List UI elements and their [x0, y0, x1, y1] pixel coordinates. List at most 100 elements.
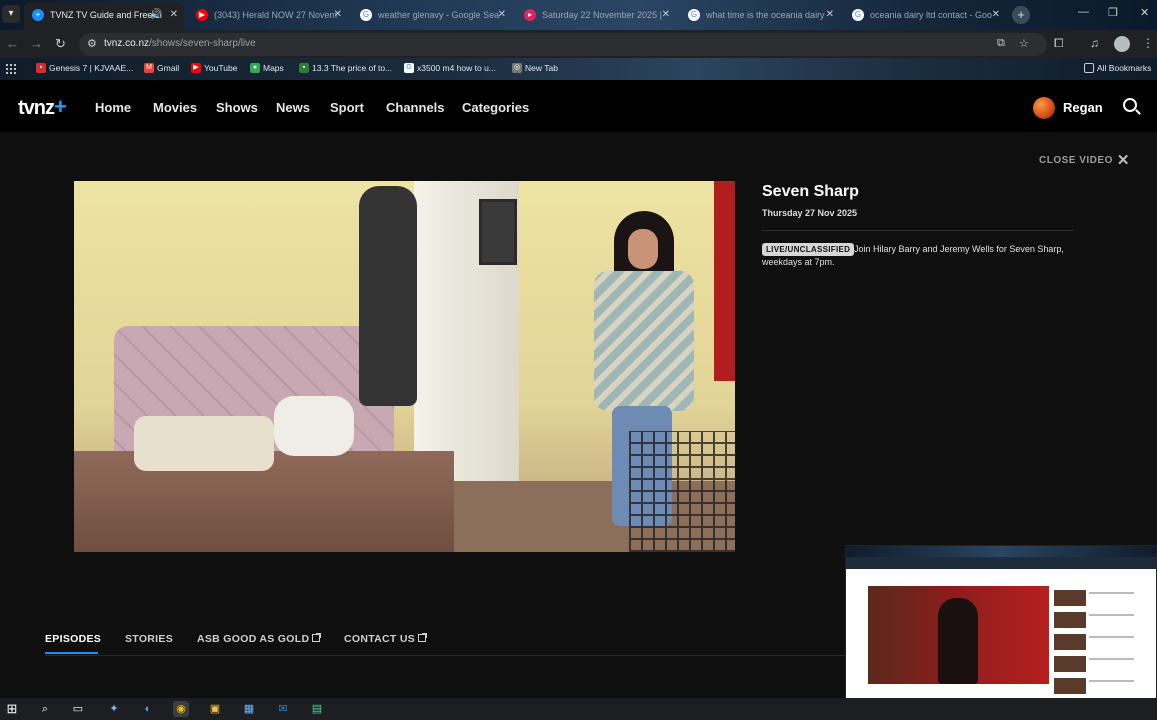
tab-title: what time is the oceania dairy: [706, 10, 825, 20]
preview-related-thumb: [1054, 590, 1086, 606]
app-icon[interactable]: ▤: [309, 701, 325, 717]
task-view-icon[interactable]: ▭: [70, 701, 86, 717]
user-name[interactable]: Regan: [1063, 100, 1103, 115]
google-icon: G: [404, 63, 414, 73]
copilot-icon[interactable]: ✦: [106, 701, 122, 717]
bookmark-maps[interactable]: ● Maps: [250, 63, 284, 73]
screen-preview-thumbnail[interactable]: [845, 545, 1157, 715]
new-tab-button[interactable]: +: [1012, 6, 1030, 24]
divider: [762, 230, 1074, 231]
bookmark-icon: ▪: [36, 63, 46, 73]
video-frame-curtain: [714, 181, 735, 381]
tabs-divider: [45, 655, 845, 656]
nav-categories[interactable]: Categories: [462, 100, 529, 115]
tab-title: TVNZ TV Guide and Free Li: [50, 10, 162, 20]
store-icon[interactable]: ▦: [241, 701, 257, 717]
browser-tab-tvnz[interactable]: + TVNZ TV Guide and Free Li 🔊 ✕: [24, 2, 184, 30]
windows-start-icon[interactable]: ⊞: [4, 701, 20, 717]
speaker-icon[interactable]: 🔊: [150, 2, 162, 28]
nav-shows[interactable]: Shows: [216, 100, 258, 115]
bookmark-x3500[interactable]: Gx3500 m4 how to u...: [404, 63, 496, 73]
bookmark-icon: ▪: [299, 63, 309, 73]
tab-title: Saturday 22 November 2025 |: [542, 10, 662, 20]
search-icon[interactable]: ⌕: [37, 701, 53, 717]
close-icon[interactable]: ✕: [498, 4, 506, 26]
install-app-icon[interactable]: ⧉: [997, 37, 1005, 50]
tvnz-plus-icon: +: [32, 9, 44, 21]
search-icon[interactable]: [1123, 98, 1137, 112]
bookmark-price[interactable]: ▪ 13.3 The price of to...: [299, 63, 392, 73]
user-avatar[interactable]: [1033, 97, 1055, 119]
reload-icon[interactable]: ↻: [55, 36, 66, 52]
restore-icon[interactable]: ❐: [1108, 6, 1118, 19]
preview-video-figure: [938, 598, 978, 684]
show-date: Thursday 27 Nov 2025: [762, 208, 858, 218]
preview-related-line: [1089, 658, 1134, 660]
rating-badge: LIVE/UNCLASSIFIED: [762, 243, 855, 256]
browser-tab-weather[interactable]: G weather glenavy - Google Sea ✕: [352, 4, 512, 26]
nav-home[interactable]: Home: [95, 100, 131, 115]
preview-related-thumb: [1054, 634, 1086, 650]
bookmarks-bar: ▪ Genesis 7 | KJVAAE... M Gmail ▶ YouTube ●…: [0, 58, 1157, 80]
video-frame-pillow: [134, 416, 274, 471]
tab-episodes[interactable]: EPISODES: [45, 633, 101, 645]
file-explorer-icon[interactable]: ▣: [207, 701, 223, 717]
menu-dots-icon[interactable]: ⋮: [1142, 36, 1154, 50]
close-video-button[interactable]: CLOSE VIDEO ✕: [1039, 151, 1130, 169]
nav-news[interactable]: News: [276, 100, 310, 115]
close-icon[interactable]: ✕: [992, 4, 1000, 26]
maps-pin-icon: ●: [250, 63, 260, 73]
forward-arrow-icon[interactable]: →: [30, 36, 43, 51]
tab-search-icon[interactable]: ▾: [2, 5, 20, 23]
tvnz-logo[interactable]: tvnz+: [18, 94, 67, 120]
url-text[interactable]: tvnz.co.nz/shows/seven-sharp/live: [104, 38, 256, 49]
apps-grid-icon[interactable]: [5, 63, 16, 74]
close-icon[interactable]: ✕: [826, 4, 834, 26]
chrome-icon[interactable]: ◉: [173, 701, 189, 717]
browser-toolbar: ← → ↻ ⚙ tvnz.co.nz/shows/seven-sharp/liv…: [0, 30, 1157, 58]
preview-related-line: [1089, 636, 1134, 638]
close-icon[interactable]: ✕: [170, 2, 178, 28]
edge-icon[interactable]: ◐: [140, 701, 156, 717]
outlook-icon[interactable]: ✉: [275, 701, 291, 717]
window-close-icon[interactable]: ✕: [1140, 6, 1149, 19]
bookmark-youtube[interactable]: ▶ YouTube: [191, 63, 237, 73]
preview-related-thumb: [1054, 678, 1086, 694]
close-icon[interactable]: ✕: [662, 4, 670, 26]
bookmark-gmail[interactable]: M Gmail: [144, 63, 179, 73]
back-arrow-icon[interactable]: ←: [6, 36, 19, 51]
extensions-icon[interactable]: ⧠: [1054, 36, 1064, 51]
tab-title: oceania dairy ltd contact - Goo: [870, 10, 993, 20]
bookmark-new-tab[interactable]: ◎ New Tab: [512, 63, 558, 73]
browser-tab-saturday[interactable]: ▸ Saturday 22 November 2025 | ✕: [516, 4, 676, 26]
minimize-icon[interactable]: —: [1078, 6, 1089, 18]
google-icon: G: [360, 9, 372, 21]
browser-tab-oceania-time[interactable]: G what time is the oceania dairy ✕: [680, 4, 840, 26]
bookmark-star-icon[interactable]: ☆: [1019, 37, 1029, 50]
tab-title: weather glenavy - Google Sea: [378, 10, 500, 20]
all-bookmarks-folder[interactable]: All Bookmarks: [1084, 63, 1151, 73]
browser-tab-oceania-contact[interactable]: G oceania dairy ltd contact - Goo ✕: [844, 4, 1006, 26]
nav-movies[interactable]: Movies: [153, 100, 197, 115]
tab-stories[interactable]: STORIES: [125, 633, 173, 645]
close-icon: ✕: [1116, 152, 1130, 169]
tab-asb-good-as-gold[interactable]: ASB GOOD AS GOLD: [197, 633, 322, 645]
close-icon[interactable]: ✕: [334, 4, 342, 26]
bookmark-genesis[interactable]: ▪ Genesis 7 | KJVAAE...: [36, 63, 133, 73]
tab-contact-us[interactable]: CONTACT US: [344, 633, 428, 645]
address-bar[interactable]: ⚙ tvnz.co.nz/shows/seven-sharp/live ⧉ ☆: [79, 33, 1047, 56]
google-icon: G: [688, 9, 700, 21]
media-control-icon[interactable]: ♫: [1090, 36, 1099, 50]
preview-related-line: [1089, 614, 1134, 616]
tab-title: (3043) Herald NOW 27 Novem: [214, 10, 338, 20]
profile-avatar-icon[interactable]: [1114, 36, 1130, 52]
folder-icon: [1084, 63, 1094, 73]
browser-tab-herald[interactable]: ▶ (3043) Herald NOW 27 Novem ✕: [188, 4, 348, 26]
globe-icon: ◎: [512, 63, 522, 73]
nav-channels[interactable]: Channels: [386, 100, 445, 115]
site-info-icon[interactable]: ⚙: [87, 37, 97, 50]
video-player[interactable]: [74, 181, 735, 552]
nav-sport[interactable]: Sport: [330, 100, 364, 115]
gmail-icon: M: [144, 63, 154, 73]
external-link-icon: [312, 633, 322, 642]
